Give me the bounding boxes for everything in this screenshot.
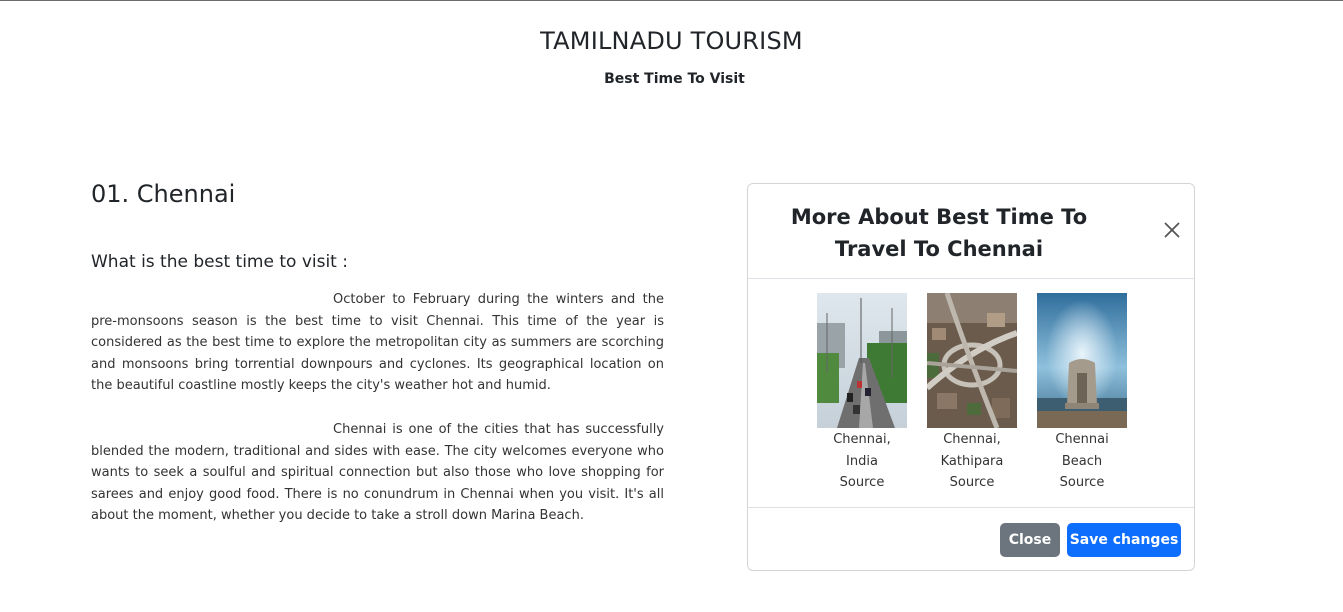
photo-caption: Chennai Beach Source — [1037, 429, 1127, 494]
photo-card-chennai-beach: Chennai Beach Source — [1037, 293, 1127, 494]
modal-title: More About Best Time To Travel To Chenna… — [790, 205, 1088, 261]
photo-source-link[interactable]: Source — [927, 472, 1017, 494]
chennai-beach-photo[interactable] — [1037, 293, 1127, 428]
photo-source-link[interactable]: Source — [817, 472, 907, 494]
photo-caption-line: Chennai — [1055, 432, 1109, 447]
city-heading: 01. Chennai — [91, 180, 236, 208]
photo-caption-line: Kathipara — [940, 453, 1004, 469]
paragraph-1: October to February during the winters a… — [91, 289, 664, 397]
save-changes-button[interactable]: Save changes — [1067, 523, 1181, 557]
photo-caption: Chennai, India Source — [817, 429, 907, 494]
modal-footer: Close Save changes — [748, 508, 1194, 570]
kathipara-flyover-photo[interactable] — [927, 293, 1017, 428]
photo-card-chennai-kathipara: Chennai, Kathipara Source — [927, 293, 1017, 494]
site-title: TAMILNADU TOURISM — [540, 27, 803, 55]
photo-caption-line: India — [846, 453, 878, 469]
paragraph-2-text: Chennai is one of the cities that has su… — [91, 422, 664, 523]
photo-caption-line: Chennai, — [943, 432, 1001, 447]
question-heading: What is the best time to visit : — [91, 252, 348, 272]
chennai-road-photo[interactable] — [817, 293, 907, 428]
paragraph-2: Chennai is one of the cities that has su… — [91, 419, 664, 527]
photo-source-link[interactable]: Source — [1037, 472, 1127, 494]
photo-caption-line: Chennai, — [833, 432, 891, 447]
photo-caption: Chennai, Kathipara Source — [927, 429, 1017, 494]
modal-header: More About Best Time To Travel To Chenna… — [748, 184, 1194, 279]
close-icon[interactable] — [1162, 220, 1182, 240]
photo-caption-line: Beach — [1061, 453, 1103, 469]
photo-card-chennai-india: Chennai, India Source — [817, 293, 907, 494]
site-subtitle: Best Time To Visit — [604, 71, 745, 87]
modal-body: Chennai, India Source Chennai, Kathipara… — [748, 279, 1194, 508]
info-modal: More About Best Time To Travel To Chenna… — [747, 183, 1195, 571]
paragraph-1-text: October to February during the winters a… — [91, 292, 664, 393]
close-button[interactable]: Close — [1000, 523, 1060, 557]
